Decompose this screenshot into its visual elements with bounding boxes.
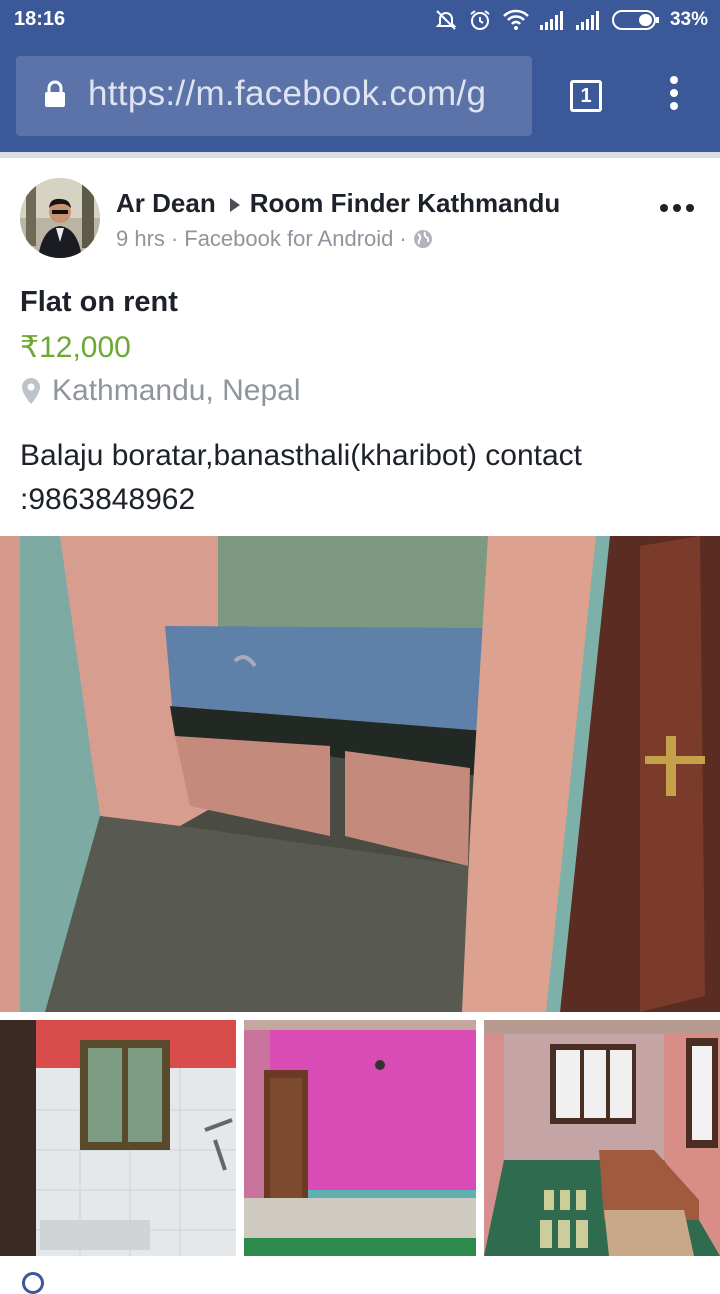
tab-switcher-button[interactable]: 1	[570, 80, 602, 112]
post-header-names: Ar Dean Room Finder Kathmandu	[116, 188, 560, 219]
post-options-icon[interactable]	[660, 204, 694, 212]
group-name-link[interactable]: Room Finder Kathmandu	[250, 188, 561, 218]
clock: 18:16	[14, 8, 66, 30]
meta-separator: ·	[399, 226, 407, 251]
alarm-icon	[470, 10, 490, 30]
listing-location: Kathmandu, Nepal	[22, 374, 301, 408]
listing-title: Flat on rent	[20, 286, 178, 318]
listing-photo-thumbnail[interactable]	[0, 1020, 236, 1256]
overflow-menu-icon[interactable]	[662, 76, 686, 116]
wifi-icon	[503, 9, 529, 30]
listing-price: ₹12,000	[20, 331, 131, 364]
reactions-icon	[22, 1272, 44, 1294]
mute-icon	[435, 10, 457, 30]
avatar[interactable]	[20, 178, 100, 258]
signal-icon	[575, 11, 599, 30]
battery-icon	[611, 10, 659, 30]
status-bar: 18:16 33%	[0, 0, 720, 40]
post-meta: 9 hrs · Facebook for Android ·	[116, 226, 433, 252]
lock-icon	[45, 80, 65, 107]
author-name-link[interactable]: Ar Dean	[116, 188, 216, 218]
listing-description: Balaju boratar,banasthali(kharibot) cont…	[20, 439, 583, 516]
arrow-right-icon	[229, 198, 240, 213]
battery-percent: 33%	[669, 9, 708, 30]
location-text: Kathmandu, Nepal	[52, 374, 301, 407]
post-time[interactable]: 9 hrs	[116, 226, 165, 252]
signal-icon	[539, 11, 563, 30]
url-text[interactable]: https://m.facebook.com/g	[88, 74, 486, 114]
meta-separator: ·	[170, 226, 179, 251]
status-icons: 33%	[434, 7, 708, 33]
listing-photo-thumbnail[interactable]	[244, 1020, 476, 1256]
listing-photo-thumbnail[interactable]	[484, 1020, 720, 1256]
post-via: Facebook for Android	[184, 226, 394, 251]
listing-photo-main[interactable]	[0, 536, 720, 1012]
browser-toolbar: https://m.facebook.com/g 1	[0, 40, 720, 152]
location-pin-icon	[22, 378, 40, 404]
address-bar[interactable]: https://m.facebook.com/g	[16, 56, 532, 136]
globe-icon	[413, 230, 432, 248]
divider	[0, 152, 720, 158]
